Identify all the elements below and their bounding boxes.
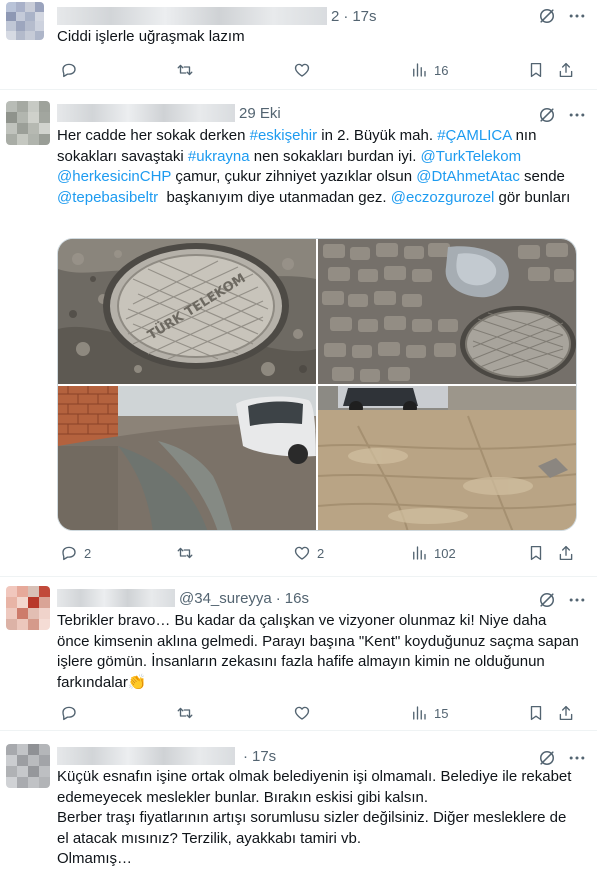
share-button[interactable] bbox=[557, 60, 575, 80]
tweet-text: Ciddi işlerle uğraşmak lazım bbox=[57, 28, 245, 45]
views-button[interactable]: 16 bbox=[410, 60, 448, 80]
like-icon bbox=[294, 706, 310, 720]
bookmark-button[interactable] bbox=[527, 703, 545, 723]
mention-link[interactable]: @TurkTelekom bbox=[421, 148, 522, 165]
more-icon[interactable] bbox=[567, 105, 587, 125]
grok-icon[interactable] bbox=[537, 748, 557, 768]
clapping-hands-emoji: 👏 bbox=[127, 673, 147, 691]
hashtag-link[interactable]: #ÇAMLICA bbox=[437, 127, 511, 144]
more-icon[interactable] bbox=[567, 748, 587, 768]
bookmark-icon bbox=[530, 545, 542, 561]
reply-button[interactable]: 2 bbox=[60, 543, 91, 563]
photo-dirt-road[interactable] bbox=[318, 386, 577, 531]
author-name[interactable] bbox=[57, 589, 175, 607]
more-icon[interactable] bbox=[567, 6, 587, 26]
mention-link[interactable]: @tepebasibeltr bbox=[57, 189, 158, 206]
mention-link[interactable]: @eczozgurozel bbox=[391, 189, 495, 206]
tweet[interactable]: · 17s Küçük esnafın işine ortak olmak be… bbox=[0, 732, 597, 870]
tweet-header: @34_sureyya · 16s bbox=[57, 588, 309, 608]
retweet-button[interactable] bbox=[176, 60, 200, 80]
views-icon bbox=[413, 546, 426, 560]
reply-button[interactable] bbox=[60, 60, 84, 80]
bookmark-button[interactable] bbox=[527, 543, 545, 563]
author-name[interactable] bbox=[57, 104, 235, 122]
tweet[interactable]: 29 Eki Her cadde her sokak derken #eskiş… bbox=[0, 91, 597, 577]
photo-cobblestone-puddle[interactable] bbox=[318, 239, 577, 384]
like-icon bbox=[294, 546, 310, 560]
timestamp[interactable]: 16s bbox=[285, 590, 309, 607]
share-icon bbox=[559, 62, 573, 78]
timestamp[interactable]: 17s bbox=[352, 8, 376, 25]
grok-icon[interactable] bbox=[537, 105, 557, 125]
like-button[interactable] bbox=[293, 703, 317, 723]
mention-link[interactable]: @herkesicinCHP bbox=[57, 168, 171, 185]
grok-icon[interactable] bbox=[537, 6, 557, 26]
more-icon[interactable] bbox=[567, 590, 587, 610]
reply-icon bbox=[62, 546, 76, 561]
views-icon bbox=[413, 706, 426, 720]
share-icon bbox=[559, 545, 573, 561]
avatar[interactable] bbox=[6, 744, 50, 788]
bookmark-icon bbox=[530, 62, 542, 78]
separator-dot: · bbox=[275, 589, 281, 607]
timestamp[interactable]: 29 Eki bbox=[239, 105, 281, 122]
hashtag-link[interactable]: #ukrayna bbox=[188, 148, 250, 165]
tweet-header: · 17s bbox=[57, 746, 276, 766]
tweet-header: 2 · 17s bbox=[57, 6, 377, 26]
like-button[interactable]: 2 bbox=[293, 543, 324, 563]
tweet-text: Tebrikler bravo… Bu kadar da çalışkan ve… bbox=[57, 612, 583, 691]
retweet-icon bbox=[177, 707, 193, 719]
share-icon bbox=[559, 705, 573, 721]
timestamp[interactable]: 17s bbox=[252, 748, 276, 765]
bookmark-button[interactable] bbox=[527, 60, 545, 80]
author-name[interactable] bbox=[57, 747, 235, 765]
tweet-header: 29 Eki bbox=[57, 103, 281, 123]
author-handle[interactable]: @34_sureyya bbox=[179, 590, 272, 607]
share-button[interactable] bbox=[557, 703, 575, 723]
retweet-icon bbox=[177, 64, 193, 76]
tweet-text: Küçük esnafın işine ortak olmak belediye… bbox=[57, 768, 572, 867]
avatar[interactable] bbox=[6, 2, 44, 40]
action-bar: 2 2 102 bbox=[57, 543, 582, 563]
avatar[interactable] bbox=[6, 586, 50, 630]
photo-manhole[interactable]: TÜRK TELEKOM bbox=[58, 239, 316, 384]
retweet-button[interactable] bbox=[176, 703, 200, 723]
like-button[interactable] bbox=[293, 60, 317, 80]
author-name[interactable] bbox=[57, 7, 327, 25]
hashtag-link[interactable]: #eskişehir bbox=[250, 127, 318, 144]
grok-icon[interactable] bbox=[537, 590, 557, 610]
mention-link[interactable]: @DtAhmetAtac bbox=[416, 168, 520, 185]
avatar[interactable] bbox=[6, 101, 50, 145]
reply-button[interactable] bbox=[60, 703, 84, 723]
views-button[interactable]: 102 bbox=[410, 543, 456, 563]
tweet-text: Her cadde her sokak derken #eskişehir in… bbox=[57, 127, 571, 206]
photo-grid: TÜRK TELEKOM bbox=[57, 238, 577, 531]
retweet-button[interactable] bbox=[176, 543, 200, 563]
like-icon bbox=[294, 63, 310, 77]
reply-icon bbox=[62, 706, 76, 721]
share-button[interactable] bbox=[557, 543, 575, 563]
bookmark-icon bbox=[530, 705, 542, 721]
retweet-icon bbox=[177, 547, 193, 559]
tweet[interactable]: @34_sureyya · 16s Tebrikler bravo… Bu ka… bbox=[0, 578, 597, 731]
views-button[interactable]: 15 bbox=[410, 703, 448, 723]
tweet[interactable]: 2 · 17s Ciddi işlerle uğraşmak lazım 16 bbox=[0, 0, 597, 90]
action-bar: 16 bbox=[57, 60, 582, 80]
handle-fragment: 2 bbox=[331, 7, 340, 25]
separator-dot: · bbox=[243, 747, 248, 765]
photo-muddy-street-car[interactable] bbox=[58, 386, 316, 531]
separator-dot: · bbox=[343, 7, 349, 25]
views-icon bbox=[413, 63, 426, 77]
reply-icon bbox=[62, 63, 76, 78]
action-bar: 15 bbox=[57, 703, 582, 723]
